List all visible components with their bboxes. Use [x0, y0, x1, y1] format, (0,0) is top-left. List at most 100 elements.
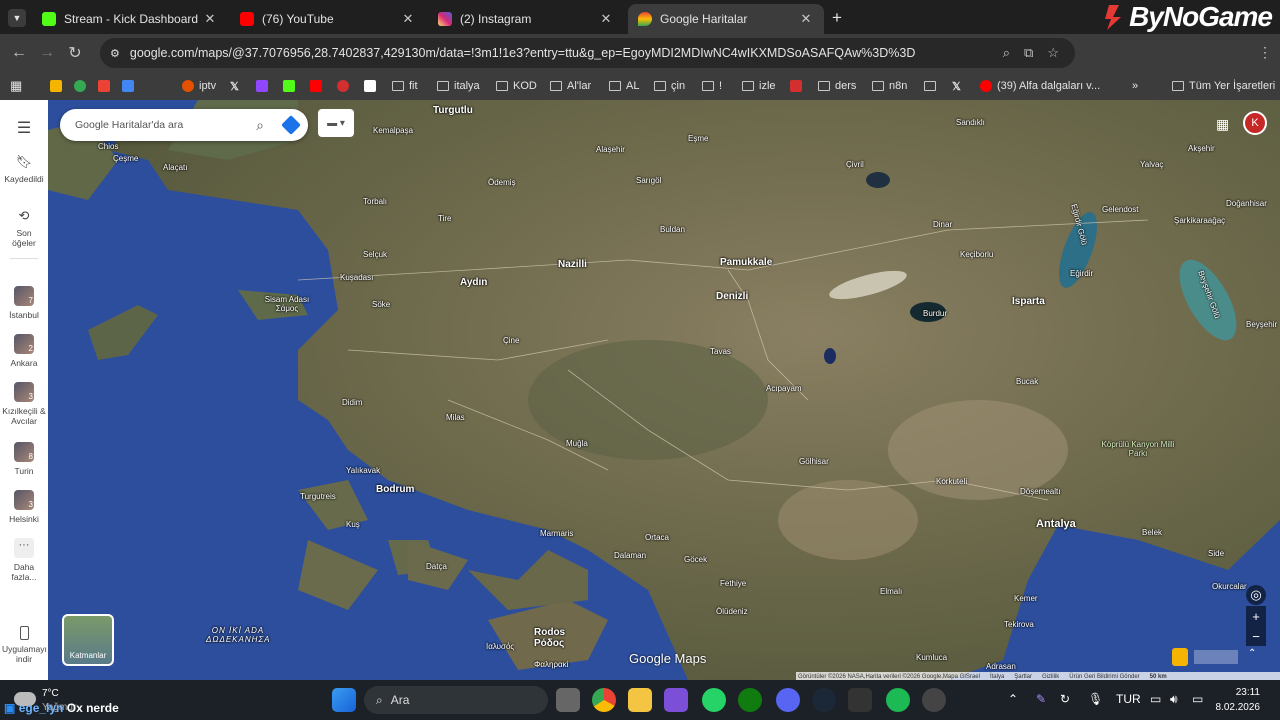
search-icon[interactable]: ⌕: [256, 117, 264, 134]
bookmark-folder-kod[interactable]: KOD: [496, 78, 537, 94]
overlay-message: Ox nerde: [66, 701, 119, 715]
tab-instagram[interactable]: (2) Instagram ✕: [428, 4, 624, 34]
volume-icon[interactable]: 🔊︎: [1170, 692, 1178, 707]
sync-icon[interactable]: ↻: [1060, 692, 1070, 706]
kick-icon[interactable]: [283, 78, 300, 94]
bookmark-folder-italya[interactable]: italya: [437, 78, 480, 94]
bookmark-folder-al[interactable]: AL: [609, 78, 639, 94]
bookmark-label: (39) Alfa dalgaları v...: [997, 80, 1101, 92]
omnibox[interactable]: ⚙ google.com/maps/@37.7076956,28.7402837…: [100, 38, 1075, 68]
bynogame-watermark: ByNoGame: [1101, 0, 1273, 34]
taskbar-search[interactable]: ⌕ Ara: [364, 686, 548, 714]
download-app-button[interactable]: Uygulamayı indir: [0, 626, 48, 664]
bookmark-folder-cin[interactable]: çin: [654, 78, 685, 94]
clock[interactable]: 23:11 8.02.2026: [1216, 685, 1261, 715]
microphone-icon[interactable]: 🎙︎: [1088, 692, 1103, 706]
translate-icon[interactable]: [122, 78, 139, 94]
map-preview-thumbnails[interactable]: [1194, 650, 1238, 664]
whatsapp-icon[interactable]: [702, 688, 726, 712]
xbox-icon[interactable]: [738, 688, 762, 712]
app-icon[interactable]: [664, 688, 688, 712]
language-indicator[interactable]: TUR: [1116, 692, 1141, 706]
bookmark-folder-n8n[interactable]: n8n: [872, 78, 907, 94]
x-icon[interactable]: 𝕏: [230, 78, 239, 94]
all-bookmarks-folder[interactable]: Tüm Yer İşaretleri: [1172, 78, 1275, 94]
chrome-icon[interactable]: [592, 688, 616, 712]
spotify-icon[interactable]: [886, 688, 910, 712]
satellite-map[interactable]: Turgutlu Kemalpaşa Chios Çeşme Alaçatı T…: [48, 100, 1280, 680]
discord-icon[interactable]: [776, 688, 800, 712]
expand-chevron-icon[interactable]: ⌃: [1248, 648, 1264, 664]
tray-app-icon[interactable]: ✎: [1036, 692, 1046, 706]
new-tab-plus-icon[interactable]: +: [832, 8, 842, 28]
recent-place-turin[interactable]: 8 Turin: [0, 442, 48, 476]
twitch-icon[interactable]: [256, 78, 273, 94]
youtube-icon[interactable]: [310, 78, 327, 94]
map-label: Beyşehir: [1246, 320, 1278, 329]
bookmark-iptv[interactable]: iptv: [182, 78, 216, 94]
close-icon[interactable]: ✕: [202, 11, 218, 27]
close-icon[interactable]: ✕: [598, 11, 614, 27]
hamburger-menu-icon[interactable]: ☰: [0, 118, 48, 138]
bookmark-folder-excl[interactable]: !: [702, 78, 722, 94]
bookmark-icon[interactable]: [337, 78, 354, 94]
google-apps-grid-icon[interactable]: ▦: [1216, 116, 1229, 133]
zoom-in-button[interactable]: +: [1246, 606, 1266, 626]
recent-place-istanbul[interactable]: 7 İstanbul: [0, 286, 48, 320]
recent-place-ankara[interactable]: 2 Ankara: [0, 334, 48, 368]
more-bookmarks-chevron-icon[interactable]: »: [1132, 78, 1138, 94]
folder-icon[interactable]: [924, 78, 941, 94]
pdf-icon[interactable]: [790, 78, 807, 94]
pegman-icon[interactable]: [1172, 648, 1188, 666]
url-text[interactable]: google.com/maps/@37.7076956,28.7402837,4…: [130, 46, 915, 60]
close-icon[interactable]: ✕: [400, 11, 416, 27]
saved-button[interactable]: 🔖︎ Kaydedildi: [0, 154, 48, 184]
bookmark-folder-fit[interactable]: fit: [392, 78, 418, 94]
bookmark-youtube-alfa[interactable]: (39) Alfa dalgaları v...: [980, 78, 1100, 94]
bookmark-icon[interactable]: [74, 78, 91, 94]
install-app-icon[interactable]: ⧉: [1024, 45, 1033, 61]
tab-kick[interactable]: Stream - Kick Dashboard ✕: [32, 4, 228, 34]
close-icon[interactable]: ✕: [798, 11, 814, 27]
back-arrow-icon[interactable]: ←: [5, 44, 33, 62]
directions-icon[interactable]: [281, 115, 301, 135]
epic-games-icon[interactable]: [848, 688, 872, 712]
bookmark-star-icon[interactable]: ☆: [1047, 45, 1059, 61]
transit-filter-button[interactable]: ▬ ▾: [318, 109, 354, 137]
menu-kebab-icon[interactable]: ⋮: [1258, 44, 1272, 61]
recent-button[interactable]: ⟲ Son öğeler: [0, 208, 48, 248]
task-view-icon[interactable]: [556, 688, 580, 712]
battery-icon[interactable]: ▭: [1192, 692, 1203, 706]
search-icon: ⌕: [376, 692, 383, 707]
file-explorer-icon[interactable]: [628, 688, 652, 712]
place-label: İstanbul: [9, 310, 39, 320]
obs-icon[interactable]: [922, 688, 946, 712]
apps-grid-icon[interactable]: ▦: [10, 78, 22, 94]
recent-place-kizilkecili[interactable]: 3 Kızılkeçili & Avcılar: [0, 382, 48, 426]
bookmark-icon[interactable]: [50, 78, 67, 94]
account-avatar[interactable]: K: [1243, 111, 1267, 135]
tab-search-chevron-icon[interactable]: ▼: [8, 9, 26, 27]
forward-arrow-icon[interactable]: →: [33, 44, 61, 62]
steam-icon[interactable]: [812, 688, 836, 712]
windows-start-icon[interactable]: [332, 688, 356, 712]
site-info-icon[interactable]: ⚙: [110, 47, 120, 60]
my-location-icon[interactable]: ◎: [1246, 585, 1266, 605]
bookmark-icon[interactable]: [364, 78, 381, 94]
gmail-icon[interactable]: [98, 78, 115, 94]
more-button[interactable]: ··· Daha fazla...: [0, 538, 48, 582]
zoom-icon[interactable]: ⌕: [1003, 45, 1010, 61]
network-icon[interactable]: ▭: [1150, 692, 1161, 706]
bookmark-folder-ders[interactable]: ders: [818, 78, 856, 94]
bookmark-folder-allar[interactable]: Al'lar: [550, 78, 591, 94]
tray-chevron-icon[interactable]: ⌃: [1008, 692, 1018, 706]
layers-button[interactable]: Katmanlar: [62, 614, 114, 666]
recent-place-helsinki[interactable]: 3 Helsinki: [0, 490, 48, 524]
bookmark-folder-izle[interactable]: izle: [742, 78, 776, 94]
x-icon[interactable]: 𝕏: [952, 78, 961, 94]
tab-google-maps[interactable]: Google Haritalar ✕: [628, 4, 824, 34]
reload-icon[interactable]: ↻: [61, 43, 89, 63]
tab-youtube[interactable]: (76) YouTube ✕: [230, 4, 426, 34]
zoom-out-button[interactable]: −: [1246, 626, 1266, 646]
maps-search-input[interactable]: Google Haritalar'da ara ⌕: [60, 109, 308, 141]
